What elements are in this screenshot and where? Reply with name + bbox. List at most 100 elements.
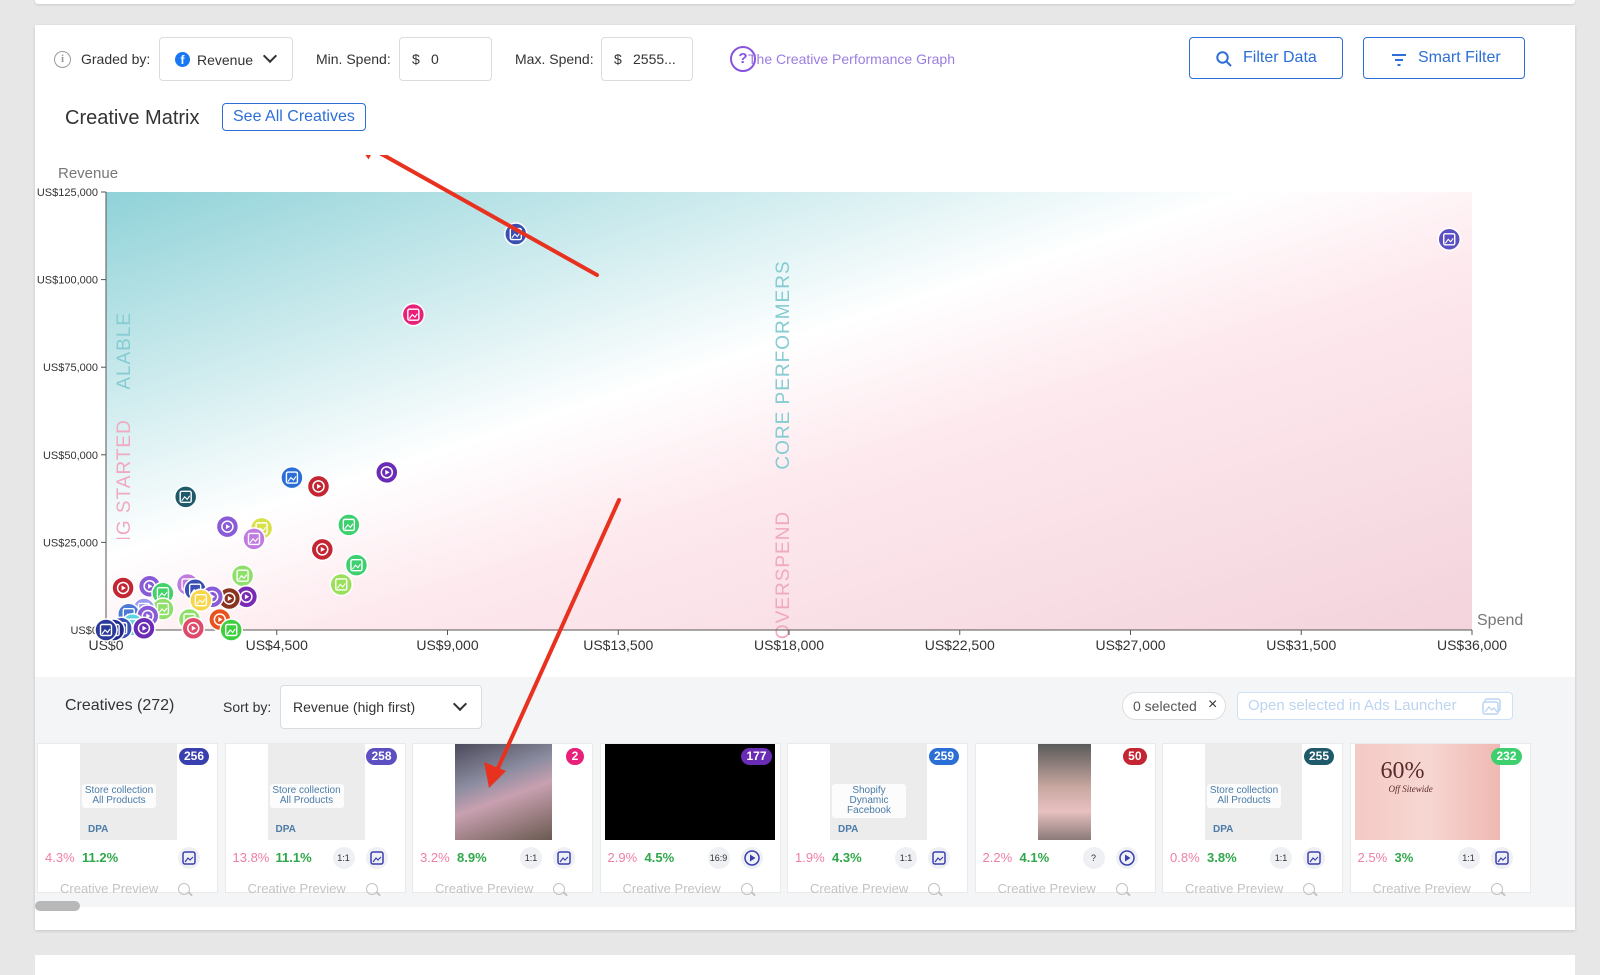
scatter-point[interactable] [219,618,243,642]
y-tick-label: US$100,000 [37,275,98,287]
image-type-icon [1303,847,1325,869]
creative-card[interactable]: 60% Off Sitewide 232 2.5% 3% 1:1 Creative Prev… [1349,743,1531,896]
creative-card[interactable]: Store collection All Products DPA 258 13.8%… [224,743,406,896]
open-in-ads-launcher-button[interactable]: Open selected in Ads Launcher [1237,692,1513,720]
selected-count: 0 selected [1133,698,1197,714]
zoom-icon[interactable] [1303,883,1315,895]
thumbnail-caption: Shopify Dynamic Facebook [832,784,906,818]
creative-thumbnail[interactable] [455,744,552,840]
selected-count-chip[interactable]: 0 selected × [1122,692,1226,720]
creative-index-badge: 177 [741,748,772,765]
scatter-point[interactable] [132,616,156,640]
dpa-tag: DPA [1213,824,1234,835]
scatter-point[interactable] [94,618,118,642]
x-tick-label: US$27,000 [1095,637,1165,653]
gallery-icon [1482,698,1501,715]
scatter-point[interactable] [337,513,361,537]
metric-ctr: 2.2% [982,850,1013,865]
zoom-icon[interactable] [740,883,753,895]
scatter-point[interactable] [310,537,335,562]
zoom-icon[interactable] [1490,883,1503,895]
scatter-point[interactable] [344,553,369,577]
scatter-point[interactable] [329,572,354,597]
metric-roas: 4.3% [832,850,862,865]
point-marker [337,513,361,537]
creative-preview-link[interactable]: Creative Preview [1373,881,1471,896]
creative-card[interactable]: Shopify Dynamic Facebook DPA 259 1.9% 4.3% 1:… [787,743,968,896]
creative-preview-link[interactable]: Creative Preview [810,881,908,896]
creative-thumbnail[interactable]: Store collection All Products DPA [267,744,365,840]
max-spend-value: 2555... [633,51,676,67]
creative-thumbnail[interactable]: 60% Off Sitewide [1354,744,1500,840]
scatter-point[interactable] [280,465,304,490]
scatter-point[interactable] [375,460,399,485]
creative-thumbnail[interactable] [1037,744,1091,840]
scatter-point[interactable] [215,514,240,539]
chevron-down-icon [452,696,468,712]
scatter-point[interactable] [173,485,198,509]
creative-card[interactable]: 2 3.2% 8.9% 1:1 Creative Preview [412,743,593,896]
filter-data-button[interactable]: Filter Data [1189,37,1343,79]
info-icon[interactable]: i [54,51,71,68]
see-all-creatives-button[interactable]: See All Creatives [222,103,366,131]
zoom-icon[interactable] [365,883,378,895]
scatter-point[interactable] [1437,227,1461,252]
scatter-point[interactable] [242,527,266,551]
creative-thumbnail[interactable]: Shopify Dynamic Facebook DPA [830,744,927,840]
x-tick-label: US$36,000 [1437,637,1507,653]
point-marker [94,618,118,642]
thumbnail-caption: Store collection All Products [82,784,156,808]
metric-roas: 8.9% [457,850,487,865]
min-spend-currency: $ [412,51,420,67]
min-spend-input[interactable]: $ 0 [399,37,492,81]
creative-card[interactable]: 177 2.9% 4.5% 16:9 Creative Preview [599,743,781,896]
open-in-ads-launcher-label: Open selected in Ads Launcher [1248,697,1457,714]
creative-preview-link[interactable]: Creative Preview [998,881,1096,896]
aspect-ratio-icon: 1:1 [520,847,542,869]
creative-thumbnail[interactable]: Store collection All Products DPA [1205,744,1302,840]
metric-roas: 4.1% [1019,850,1050,865]
filter-data-label: Filter Data [1243,49,1317,66]
graded-by-select[interactable]: f Revenue [159,37,293,81]
clear-selection-icon[interactable]: × [1208,696,1217,714]
zoom-icon[interactable] [178,883,190,895]
metric-ctr: 0.8% [1170,850,1200,865]
scatter-point[interactable] [181,616,206,640]
min-spend-label: Min. Spend: [316,51,391,67]
graded-by-label: Graded by: [81,51,151,67]
max-spend-input[interactable]: $ 2555... [601,37,693,81]
scatter-point[interactable] [189,588,213,612]
scatter-point[interactable] [230,563,255,588]
quadrant-label-core-performers: CORE PERFORMERS [773,260,794,469]
image-type-icon [178,847,200,869]
quadrant-label-overspend: OVERSPEND [773,511,794,639]
creative-card[interactable]: Store collection All Products DPA 256 4.3% 1… [37,743,218,896]
creative-preview-link[interactable]: Creative Preview [1185,881,1283,896]
zoom-icon[interactable] [1115,883,1128,895]
zoom-icon[interactable] [928,883,940,895]
creative-preview-link[interactable]: Creative Preview [623,881,721,896]
creatives-count-title: Creatives (272) [65,697,175,714]
sort-value: Revenue (high first) [293,699,416,715]
creative-preview-link[interactable]: Creative Preview [248,881,346,896]
creative-index-badge: 258 [366,748,397,765]
dpa-tag: DPA [838,824,859,835]
horizontal-scrollbar-thumb[interactable] [35,901,80,911]
creative-preview-link[interactable]: Creative Preview [60,881,158,896]
creative-card[interactable]: 50 2.2% 4.1%? Creative Preview [974,743,1156,896]
scatter-point[interactable] [401,302,426,327]
x-axis-title: Spend [1477,612,1523,629]
aspect-ratio-icon: 1:1 [1457,847,1480,869]
creative-preview-link[interactable]: Creative Preview [435,881,533,896]
scatter-point[interactable] [111,576,135,600]
performance-graph-link[interactable]: The Creative Performance Graph [748,51,955,67]
smart-filter-button[interactable]: Smart Filter [1363,37,1525,79]
creative-card[interactable]: Store collection All Products DPA 255 0.8% 3… [1162,743,1343,896]
zoom-icon[interactable] [553,883,565,895]
creative-thumbnail[interactable]: Store collection All Products DPA [80,744,177,840]
scatter-point[interactable] [306,474,331,499]
point-marker [230,563,255,588]
sort-select[interactable]: Revenue (high first) [280,685,482,729]
graded-by-value: Revenue [197,52,254,68]
image-type-icon [1490,847,1513,869]
